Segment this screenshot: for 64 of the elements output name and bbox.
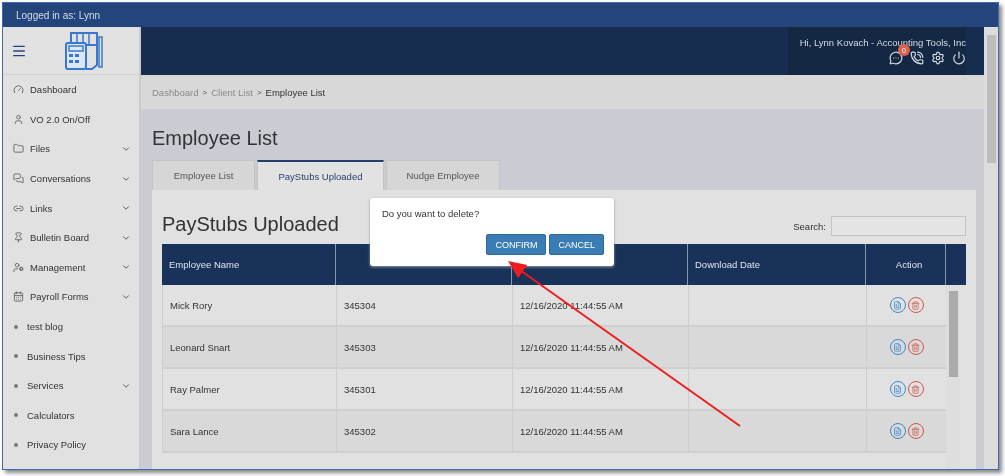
search-field[interactable]: [831, 216, 966, 236]
page-scrollbar[interactable]: [984, 27, 998, 469]
sidebar-item[interactable]: test blog: [3, 311, 139, 342]
tab[interactable]: PayStubs Uploaded: [257, 160, 384, 190]
bullet-icon: [14, 383, 18, 388]
sidebar-item[interactable]: Links: [3, 193, 139, 223]
power-icon[interactable]: [952, 51, 966, 65]
bullet-icon: [14, 354, 18, 359]
sidebar-item[interactable]: Privacy Policy: [3, 430, 139, 460]
login-status: Logged in as: Lynn: [16, 9, 101, 21]
gauge-icon: [13, 84, 24, 96]
sidebar-item[interactable]: Dashboard: [3, 75, 139, 105]
dialog-message: Do you want to delete?: [382, 208, 481, 219]
pin-icon: [13, 232, 24, 244]
bullet-icon: [14, 324, 18, 329]
user-icon: [13, 113, 24, 125]
sidebar-item[interactable]: VO 2.0 On/Off: [3, 104, 139, 135]
sidebar-item[interactable]: Files: [3, 134, 139, 164]
table-cell: 12/16/2020 11:44:55 AM: [512, 369, 688, 409]
table-cell: 345301: [336, 369, 512, 409]
bullet-icon: [14, 442, 18, 447]
bullet-icon: [14, 413, 18, 418]
sidebar-item[interactable]: Payroll Forms: [3, 282, 139, 312]
calendar-icon: [13, 291, 24, 303]
table-cell: 345302: [336, 411, 512, 451]
sidebar-item[interactable]: Bulletin Board: [3, 222, 139, 253]
cancel-button[interactable]: CANCEL: [549, 234, 604, 255]
table-cell: Sara Lance: [162, 411, 336, 451]
chat-icon: [13, 173, 24, 185]
page-title: Employee List: [152, 127, 279, 150]
breadcrumb-separator: >: [202, 87, 208, 97]
document-icon: [893, 300, 902, 310]
table-cell: Leonard Snart: [162, 327, 336, 367]
table-cell: 345303: [336, 327, 512, 367]
phone-icon[interactable]: [910, 51, 924, 65]
table-cell: 12/16/2020 11:44:55 AM: [512, 327, 688, 367]
document-icon: [893, 342, 902, 352]
trash-icon: [911, 426, 920, 436]
table-cell: Ray Palmer: [162, 369, 336, 409]
sidebar-item[interactable]: Management: [3, 252, 139, 283]
table-cell: Mick Rory: [162, 285, 336, 325]
settings-icon[interactable]: [931, 51, 945, 65]
tab[interactable]: Employee List: [152, 160, 255, 190]
table-cell: 345304: [336, 285, 512, 325]
folder-icon: [13, 143, 24, 155]
trash-icon: [911, 300, 920, 310]
chat-icon[interactable]: [889, 51, 903, 65]
user-icon: [13, 261, 24, 273]
search-label: Search:: [793, 220, 826, 232]
calculator-logo-icon: [63, 30, 105, 71]
document-icon: [893, 384, 902, 394]
panel-title: PayStubs Uploaded: [162, 213, 339, 236]
sidebar-item[interactable]: Calculators: [3, 400, 139, 431]
table-cell: 12/16/2020 11:44:55 AM: [512, 285, 688, 325]
trash-icon: [911, 384, 920, 394]
breadcrumb-separator: >: [256, 87, 262, 97]
sidebar-item[interactable]: Business Tips: [3, 341, 139, 371]
table-cell: 12/16/2020 11:44:55 AM: [512, 411, 688, 451]
document-icon: [893, 426, 902, 436]
confirm-button[interactable]: CONFIRM: [486, 234, 547, 255]
sidebar-item[interactable]: Conversations: [3, 163, 139, 194]
sidebar-item[interactable]: Services: [3, 370, 139, 401]
tab[interactable]: Nudge Employee: [386, 160, 500, 190]
trash-icon: [911, 342, 920, 352]
